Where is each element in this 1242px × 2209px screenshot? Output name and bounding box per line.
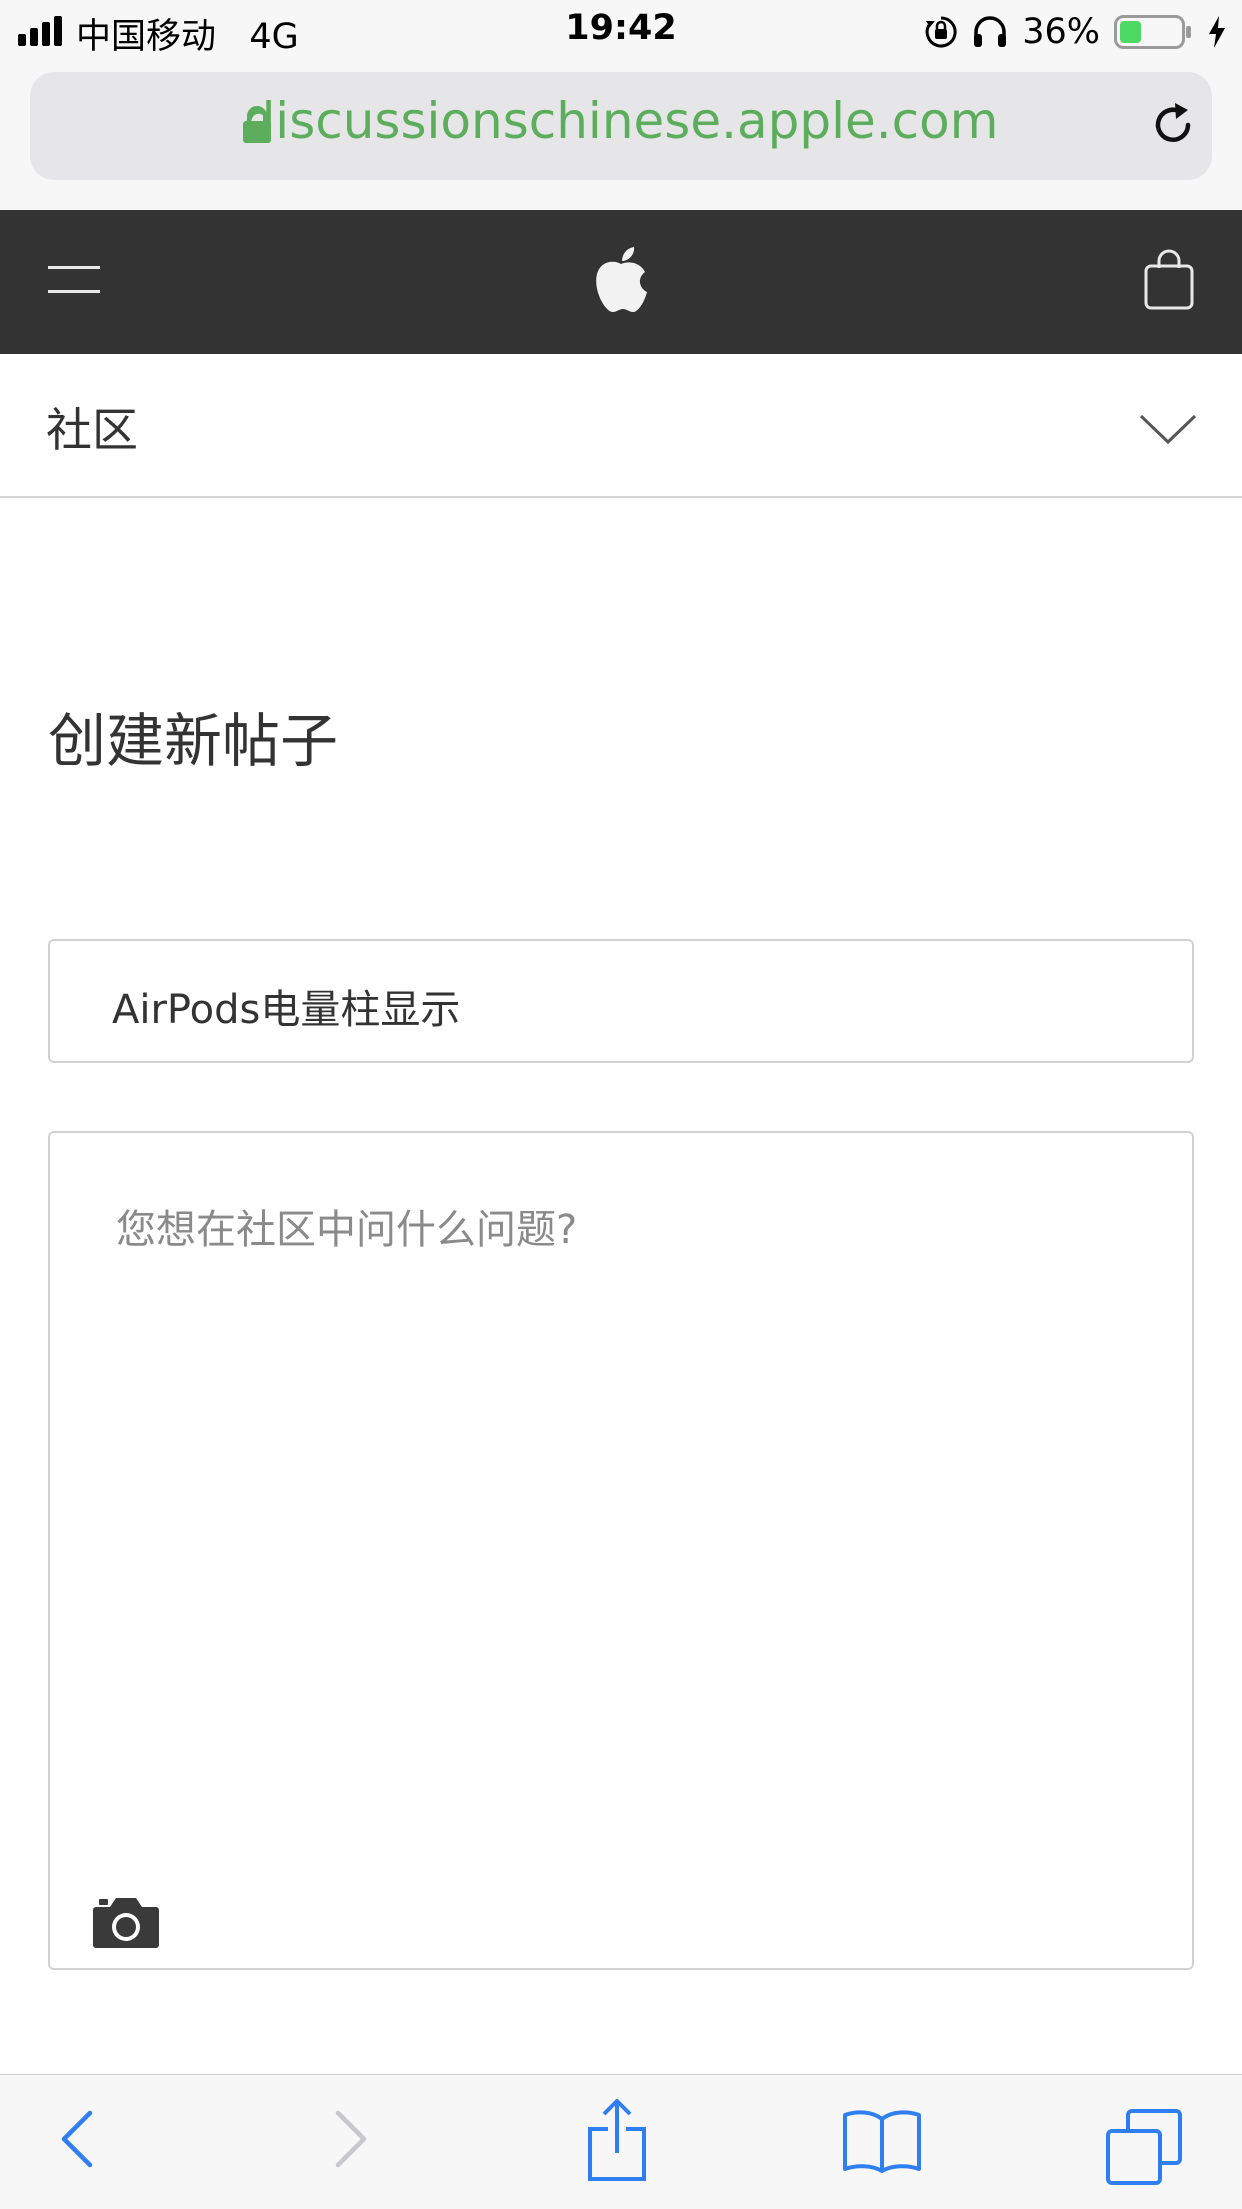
battery-percent: 36% [1022, 12, 1100, 52]
orientation-lock-icon [925, 16, 957, 48]
status-right: 36% [924, 8, 1226, 56]
share-icon[interactable] [586, 2099, 648, 2181]
bookmarks-icon[interactable] [842, 2109, 922, 2173]
question-body-placeholder: 您想在社区中问什么问题? [116, 1207, 578, 1253]
community-nav: 社区 [0, 354, 1242, 498]
browser-toolbar [0, 2074, 1242, 2209]
headphones-icon [974, 16, 1007, 47]
subject-input[interactable]: AirPods电量柱显示 [48, 939, 1194, 1063]
forward-icon[interactable] [330, 2109, 370, 2169]
back-icon[interactable] [58, 2109, 98, 2169]
address-bar-area: discussionschinese.apple.com [0, 64, 1242, 210]
url-text[interactable]: discussionschinese.apple.com [0, 92, 1242, 150]
subject-input-value[interactable]: AirPods电量柱显示 [112, 977, 460, 1035]
community-nav-title[interactable]: 社区 [46, 394, 138, 460]
tabs-icon[interactable] [1106, 2109, 1182, 2185]
menu-icon[interactable] [48, 266, 100, 298]
charging-bolt-icon [1209, 16, 1225, 48]
reload-icon[interactable] [1148, 100, 1198, 150]
question-body-textarea[interactable]: 您想在社区中问什么问题? [48, 1131, 1194, 1970]
camera-icon[interactable] [92, 1895, 160, 1949]
apple-logo-icon[interactable] [593, 246, 649, 314]
global-nav [0, 210, 1242, 354]
page-title: 创建新帖子 [48, 707, 339, 775]
chevron-down-icon[interactable] [1138, 412, 1198, 446]
battery-icon [1114, 15, 1191, 49]
shopping-bag-icon[interactable] [1144, 248, 1194, 310]
status-bar: 中国移动 4G 19:42 36% [0, 0, 1242, 64]
